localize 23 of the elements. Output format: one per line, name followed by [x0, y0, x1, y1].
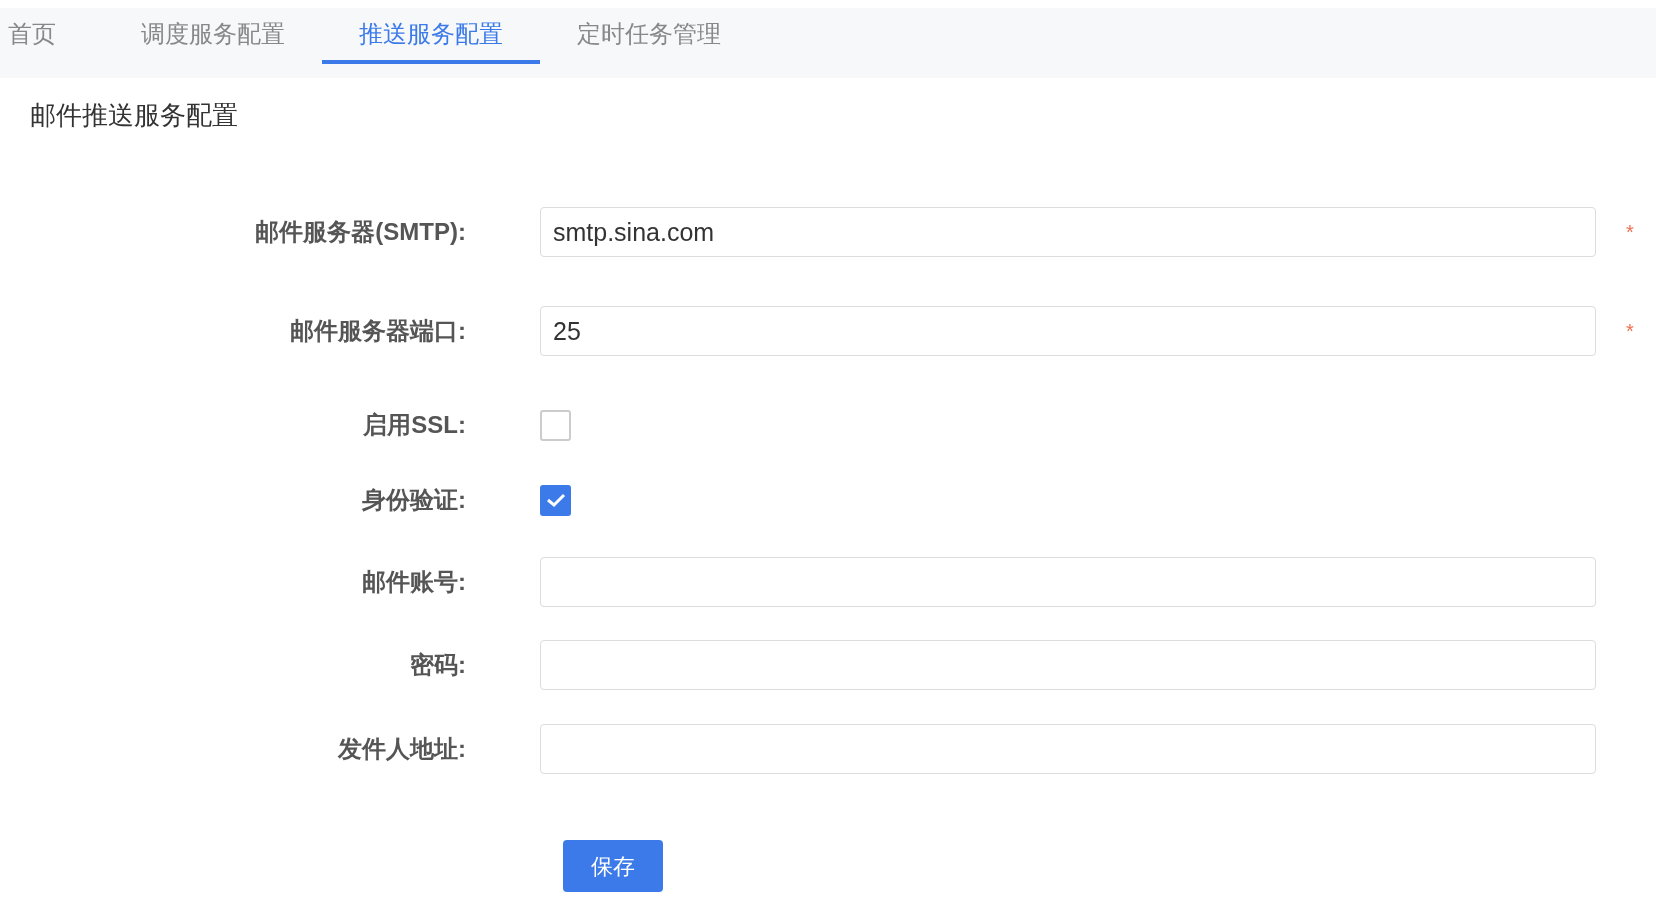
- field-label: 启用SSL:: [363, 410, 466, 440]
- checkbox[interactable]: [540, 484, 571, 516]
- required-mark: *: [1626, 220, 1634, 245]
- tab[interactable]: 推送服务配置: [322, 8, 540, 64]
- field-label: 邮件账号:: [362, 567, 466, 597]
- input-field[interactable]: [540, 640, 1596, 690]
- input-field[interactable]: 25: [540, 306, 1596, 356]
- field-label: 发件人地址:: [338, 734, 466, 764]
- required-mark: *: [1626, 319, 1634, 344]
- tab[interactable]: 调度服务配置: [104, 8, 322, 64]
- save-button[interactable]: 保存: [563, 840, 663, 892]
- checkbox[interactable]: [540, 409, 571, 441]
- field-label: 邮件服务器(SMTP):: [255, 217, 466, 247]
- input-field[interactable]: [540, 557, 1596, 607]
- field-label: 密码:: [410, 650, 466, 680]
- checkmark-icon: [545, 492, 566, 508]
- field-label: 身份验证:: [362, 485, 466, 515]
- section-title: 邮件推送服务配置: [30, 99, 238, 132]
- tab[interactable]: 定时任务管理: [540, 8, 758, 64]
- input-field[interactable]: [540, 724, 1596, 774]
- tab[interactable]: 首页: [0, 8, 104, 64]
- input-field[interactable]: smtp.sina.com: [540, 207, 1596, 257]
- field-label: 邮件服务器端口:: [290, 316, 466, 346]
